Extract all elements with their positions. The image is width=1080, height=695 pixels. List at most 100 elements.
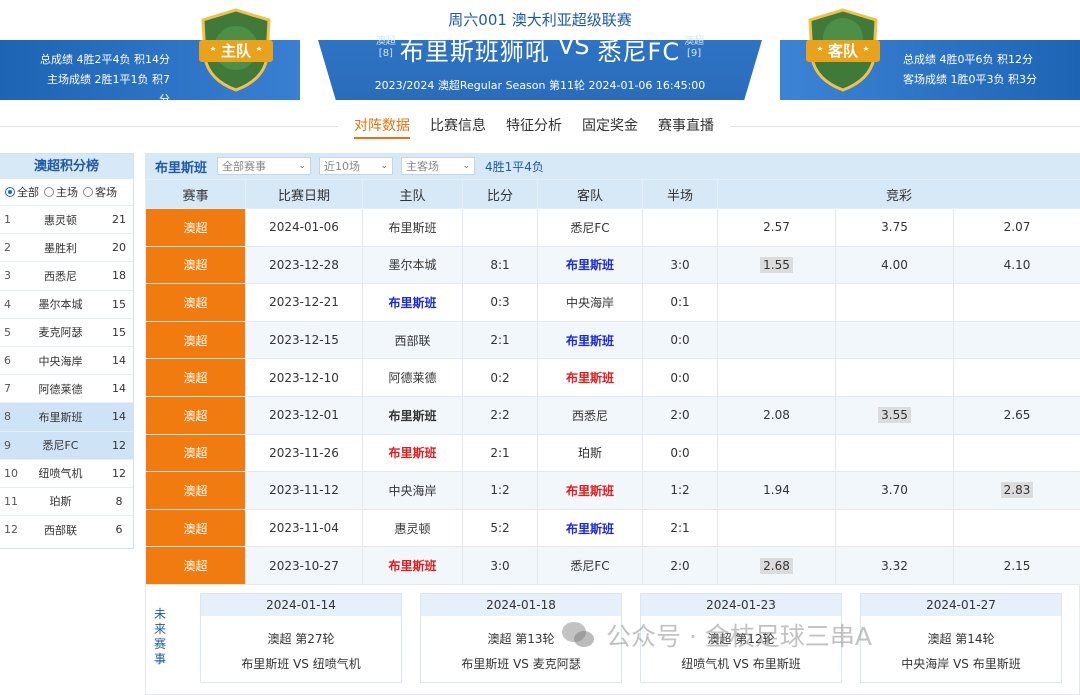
league-cell[interactable]: 澳超 xyxy=(145,471,246,510)
home-cell[interactable]: 布里斯班 xyxy=(362,433,463,473)
home-badge-label: 主队 xyxy=(220,42,251,60)
col-league: 赛事 xyxy=(145,179,246,209)
col-odds: 竞彩 xyxy=(716,179,1080,209)
date-cell: 2023-12-10 xyxy=(245,358,363,397)
standings-team[interactable]: 墨尔本城 xyxy=(16,296,105,312)
table-row[interactable]: 澳超 2023-11-26 布里斯班 2:1 珀斯 0:0 xyxy=(145,433,1080,473)
matches-table: 赛事 比赛日期 主队 比分 客队 半场 竞彩 澳超 2024-01-06 布里斯班悉… xyxy=(145,179,1080,585)
standings-row[interactable]: 1 惠灵顿 21 xyxy=(0,205,133,233)
standings-row[interactable]: 12 西部联 6 xyxy=(0,515,133,543)
standings-row[interactable]: 2 墨胜利 20 xyxy=(0,233,133,261)
away-cell[interactable]: 布里斯班 xyxy=(537,358,643,397)
home-rank: 澳超 [8] xyxy=(375,36,396,59)
league-cell[interactable]: 澳超 xyxy=(145,395,246,435)
away-cell[interactable]: 西悉尼 xyxy=(537,395,643,435)
standings-team[interactable]: 阿德莱德 xyxy=(16,381,105,397)
col-half: 半场 xyxy=(642,179,718,209)
odds-draw-cell: 4.00 xyxy=(835,245,954,285)
standings-row[interactable]: 9 悉尼FC 12 xyxy=(0,430,133,459)
away-cell[interactable]: 布里斯班 xyxy=(537,508,643,548)
away-cell[interactable]: 中央海岸 xyxy=(537,283,643,322)
odds-o3: 2.65 xyxy=(1003,408,1031,423)
vs-label: VS xyxy=(557,32,590,60)
table-row[interactable]: 澳超 2024-01-06 布里斯班 悉尼FC 2.57 3.75 2.07 xyxy=(145,208,1080,247)
away-team-name[interactable]: 悉尼FC xyxy=(598,32,681,67)
standings-team[interactable]: 麦克阿瑟 xyxy=(16,324,105,340)
table-row[interactable]: 澳超 2023-11-04 惠灵顿 5:2 布里斯班 2:1 xyxy=(145,508,1080,548)
tab-matchup-data[interactable]: 对阵数据 xyxy=(354,115,410,139)
odds-o3: 4.10 xyxy=(1003,257,1031,272)
league-cell[interactable]: 澳超 xyxy=(145,546,246,585)
home-cell[interactable]: 布里斯班 xyxy=(362,208,463,247)
home-cell[interactable]: 墨尔本城 xyxy=(362,245,463,285)
standings-row[interactable]: 11 珀斯 8 xyxy=(0,486,133,515)
table-row[interactable]: 澳超 2023-11-12 中央海岸 1:2 布里斯班 1:2 1.94 3.70 2.83 xyxy=(145,471,1080,510)
away-cell[interactable]: 布里斯班 xyxy=(537,320,643,360)
standings-rank: 3 xyxy=(4,269,11,283)
standings-team[interactable]: 中央海岸 xyxy=(16,353,105,369)
standings-team[interactable]: 悉尼FC xyxy=(16,437,105,453)
league-cell[interactable]: 澳超 xyxy=(145,208,246,247)
home-cell[interactable]: 阿德莱德 xyxy=(362,358,463,397)
standings-rank: 2 xyxy=(4,241,11,255)
half-cell: 2:0 xyxy=(642,546,718,585)
tab-feature-analysis[interactable]: 特征分析 xyxy=(506,115,562,139)
table-row[interactable]: 澳超 2023-12-15 西部联 2:1 布里斯班 0:0 xyxy=(145,320,1080,360)
standings-title: 澳超积分榜 xyxy=(0,154,133,179)
away-cell[interactable]: 布里斯班 xyxy=(537,471,643,510)
away-cell[interactable]: 悉尼FC xyxy=(537,208,643,247)
home-cell[interactable]: 中央海岸 xyxy=(362,471,463,510)
league-cell[interactable]: 澳超 xyxy=(145,245,246,285)
standings-row[interactable]: 5 麦克阿瑟 15 xyxy=(0,317,133,346)
standings-row[interactable]: 4 墨尔本城 15 xyxy=(0,289,133,318)
half-cell: 2:1 xyxy=(642,508,718,548)
future-match-card[interactable]: 2024-01-27 澳超 第14轮 中央海岸 VS 布里斯班 xyxy=(860,593,1062,683)
table-row[interactable]: 澳超 2023-12-28 墨尔本城 8:1 布里斯班 3:0 1.55 4.00 4.10 xyxy=(145,245,1080,285)
odds-o3: 2.07 xyxy=(1003,220,1031,235)
home-team-name[interactable]: 布里斯班狮吼 xyxy=(400,32,550,67)
standings-row[interactable]: 7 阿德莱德 14 xyxy=(0,374,133,402)
home-cell[interactable]: 布里斯班 xyxy=(362,283,463,322)
standings-row[interactable]: 3 西悉尼 18 xyxy=(0,261,133,289)
radio-all[interactable] xyxy=(5,187,15,197)
away-cell[interactable]: 布里斯班 xyxy=(537,245,643,285)
future-match-card[interactable]: 2024-01-14 澳超 第27轮 布里斯班 VS 纽喷气机 xyxy=(200,593,402,683)
table-row[interactable]: 澳超 2023-12-21 布里斯班 0:3 中央海岸 0:1 xyxy=(145,283,1080,322)
competition-select[interactable]: 全部赛事 ⌄ xyxy=(217,157,312,175)
tab-fixed-bonus[interactable]: 固定奖金 xyxy=(582,115,638,139)
radio-home[interactable] xyxy=(44,187,54,197)
away-cell[interactable]: 珀斯 xyxy=(537,433,643,473)
home-cell[interactable]: 惠灵顿 xyxy=(362,508,463,548)
standings-team[interactable]: 纽喷气机 xyxy=(16,465,105,481)
league-title: 周六001 澳大利亚超级联赛 xyxy=(448,11,632,29)
col-away: 客队 xyxy=(537,179,643,209)
standings-team[interactable]: 西部联 xyxy=(16,522,105,538)
standings-team[interactable]: 墨胜利 xyxy=(16,240,105,256)
league-cell[interactable]: 澳超 xyxy=(145,358,246,397)
standings-row[interactable]: 8 布里斯班 14 xyxy=(0,402,133,431)
table-row[interactable]: 澳超 2023-10-27 布里斯班 3:0 悉尼FC 2:0 2.68 3.32 2.15 xyxy=(145,546,1080,585)
standings-row[interactable]: 10 纽喷气机 12 xyxy=(0,458,133,487)
radio-away[interactable] xyxy=(83,187,93,197)
range-select[interactable]: 近10场 ⌄ xyxy=(319,157,394,175)
league-cell[interactable]: 澳超 xyxy=(145,433,246,473)
standings-team[interactable]: 惠灵顿 xyxy=(16,212,105,228)
away-cell[interactable]: 悉尼FC xyxy=(537,546,643,585)
standings-team[interactable]: 布里斯班 xyxy=(16,409,105,425)
standings-rank: 9 xyxy=(4,438,11,452)
tab-match-info[interactable]: 比赛信息 xyxy=(430,115,486,139)
league-cell[interactable]: 澳超 xyxy=(145,283,246,322)
table-row[interactable]: 澳超 2023-12-10 阿德莱德 0:2 布里斯班 0:0 xyxy=(145,358,1080,397)
standings-team[interactable]: 珀斯 xyxy=(16,493,105,509)
tab-live[interactable]: 赛事直播 xyxy=(658,115,714,139)
table-header: 赛事 比赛日期 主队 比分 客队 半场 竞彩 xyxy=(145,179,1080,209)
league-cell[interactable]: 澳超 xyxy=(145,320,246,360)
venue-select[interactable]: 主客场 ⌄ xyxy=(401,157,476,175)
home-cell[interactable]: 布里斯班 xyxy=(362,395,463,435)
table-row[interactable]: 澳超 2023-12-01 布里斯班 2:2 西悉尼 2:0 2.08 3.55 2.65 xyxy=(145,395,1080,435)
standings-team[interactable]: 西悉尼 xyxy=(16,268,105,284)
home-cell[interactable]: 布里斯班 xyxy=(362,546,463,585)
home-cell[interactable]: 西部联 xyxy=(362,320,463,360)
standings-row[interactable]: 6 中央海岸 14 xyxy=(0,345,133,374)
league-cell[interactable]: 澳超 xyxy=(145,508,246,548)
